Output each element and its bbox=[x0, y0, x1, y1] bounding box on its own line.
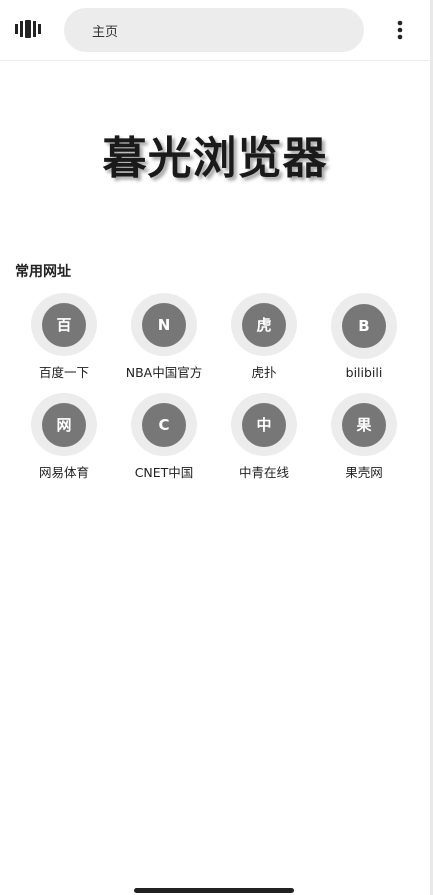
site-name: 百度一下 bbox=[38, 365, 89, 380]
site-letter-icon: B bbox=[342, 304, 386, 348]
site-icon-ring: N bbox=[131, 293, 197, 356]
browser-app: 主页 暮光浏览器 常用网址 百百度一下 N NBA中国官方虎虎扑 Bbilibili 网… bbox=[0, 0, 433, 895]
tabs-button[interactable] bbox=[13, 17, 43, 41]
site-name: 虎扑 bbox=[251, 365, 277, 380]
site-letter-icon: 虎 bbox=[242, 302, 286, 347]
site-tile[interactable]: 虎虎扑 bbox=[214, 293, 314, 381]
brand-title: 暮光浏览器 bbox=[102, 133, 328, 184]
site-letter-icon: 中 bbox=[242, 402, 286, 447]
site-letter-icon: C bbox=[142, 402, 186, 447]
home-indicator[interactable] bbox=[134, 888, 294, 893]
menu-button[interactable] bbox=[388, 16, 412, 44]
site-icon-ring: 中 bbox=[231, 393, 297, 456]
site-tile[interactable]: 中中青在线 bbox=[214, 393, 314, 481]
site-name: 中青在线 bbox=[238, 465, 289, 480]
site-letter-icon: 果 bbox=[342, 402, 386, 447]
site-icon-ring: 网 bbox=[31, 393, 97, 456]
address-bar[interactable]: 主页 bbox=[64, 8, 364, 52]
site-icon-ring: B bbox=[331, 293, 397, 359]
site-name: bilibili bbox=[345, 365, 383, 380]
address-text: 主页 bbox=[92, 24, 119, 40]
site-name: 网易体育 bbox=[38, 465, 89, 480]
site-tile[interactable]: Bbilibili bbox=[314, 293, 414, 381]
site-name: CNET中国 bbox=[134, 465, 194, 480]
site-name: NBA中国官方 bbox=[125, 365, 203, 380]
top-bar: 主页 bbox=[0, 0, 430, 61]
frequent-sites-label: 常用网址 bbox=[15, 264, 71, 280]
site-tile[interactable]: N NBA中国官方 bbox=[114, 293, 214, 381]
site-letter-icon: N bbox=[142, 302, 186, 347]
site-icon-ring: 果 bbox=[331, 393, 397, 456]
site-icon-ring: 百 bbox=[31, 293, 97, 356]
site-letter-icon: 百 bbox=[42, 302, 86, 347]
site-name: 果壳网 bbox=[345, 465, 383, 480]
site-tile[interactable]: 果果壳网 bbox=[314, 393, 414, 481]
site-tile[interactable]: C CNET中国 bbox=[114, 393, 214, 481]
site-tile[interactable]: 百百度一下 bbox=[14, 293, 114, 381]
site-icon-ring: 虎 bbox=[231, 293, 297, 356]
site-tile[interactable]: 网网易体育 bbox=[14, 393, 114, 481]
tabs-icon bbox=[15, 20, 41, 38]
site-letter-icon: 网 bbox=[42, 402, 86, 447]
site-icon-ring: C bbox=[131, 393, 197, 456]
more-vertical-icon bbox=[397, 20, 403, 40]
frequent-sites-grid: 百百度一下 N NBA中国官方虎虎扑 Bbilibili 网网易体育 C CNET中国中中青… bbox=[14, 293, 414, 481]
